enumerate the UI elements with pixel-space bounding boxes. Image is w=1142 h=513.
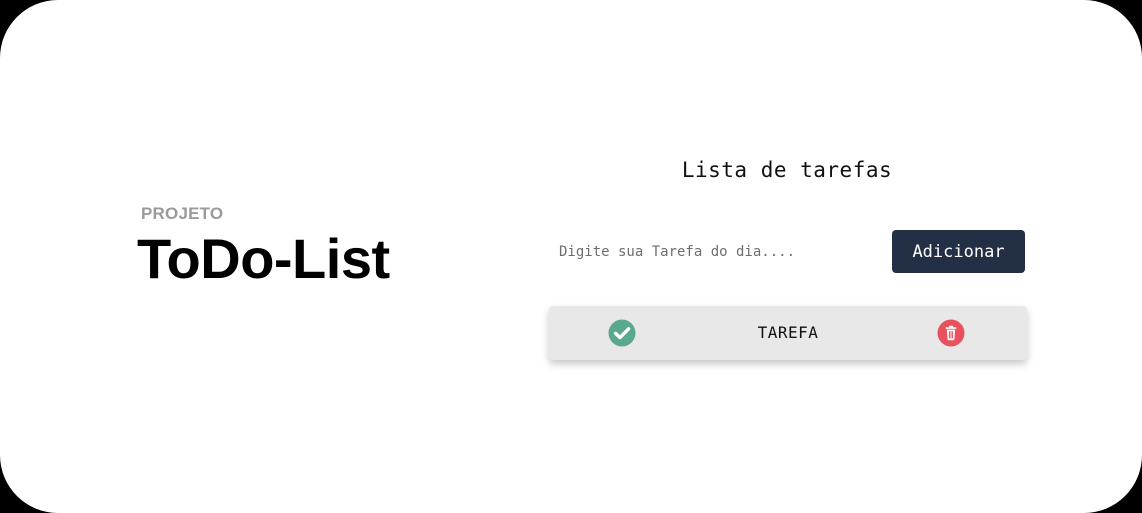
task-item: TAREFA: [549, 306, 1027, 360]
list-heading: Lista de tarefas: [681, 158, 893, 182]
project-title: ToDo-List: [137, 227, 390, 290]
task-input[interactable]: [548, 232, 874, 272]
trash-icon[interactable]: [937, 319, 965, 347]
project-label: PROJETO: [141, 204, 224, 223]
add-task-button[interactable]: Adicionar: [892, 230, 1025, 273]
app-card: PROJETO ToDo-List Lista de tarefas Adici…: [0, 0, 1142, 513]
